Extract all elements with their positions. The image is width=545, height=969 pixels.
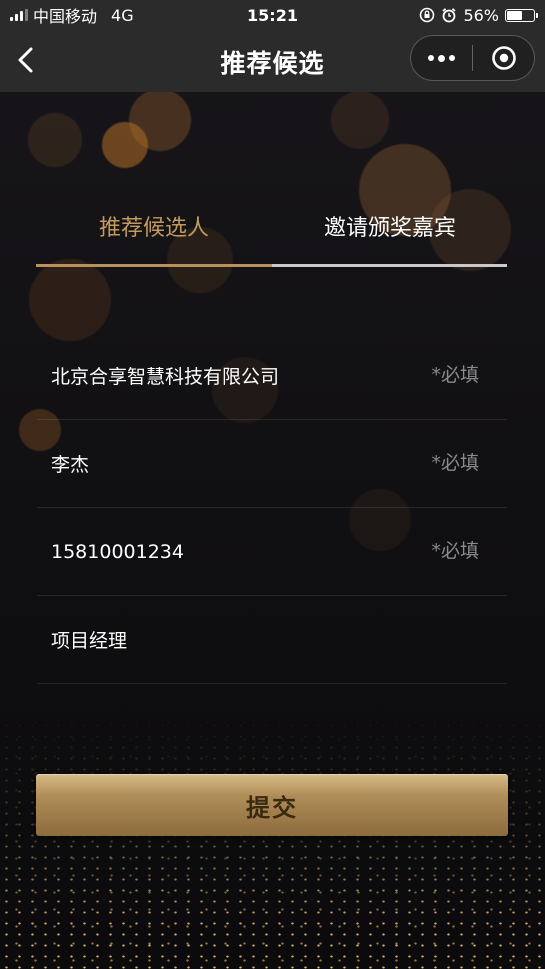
required-hint: *必填 xyxy=(431,364,479,386)
battery-icon xyxy=(505,8,538,22)
more-button[interactable] xyxy=(411,36,472,80)
gold-dust-decoration xyxy=(0,709,545,969)
form-row-company: *必填 xyxy=(37,332,507,420)
tab-recommend-candidate[interactable]: 推荐候选人 xyxy=(36,199,272,269)
rotation-lock-icon xyxy=(420,7,435,23)
alarm-icon xyxy=(442,8,457,23)
position-input[interactable] xyxy=(51,596,411,683)
form-row-phone: *必填 xyxy=(37,508,507,596)
battery-fill xyxy=(507,10,522,20)
name-input[interactable] xyxy=(51,420,411,507)
tab-bar: 推荐候选人 邀请颁奖嘉宾 xyxy=(36,199,507,269)
required-hint: *必填 xyxy=(431,540,479,562)
form-row-position xyxy=(37,596,507,684)
required-hint: *必填 xyxy=(431,452,479,474)
target-close-icon xyxy=(491,46,516,70)
close-miniprogram-button[interactable] xyxy=(473,36,534,80)
mini-program-capsule xyxy=(410,35,535,81)
inactive-tab-indicator xyxy=(272,264,507,267)
battery-percent: 56% xyxy=(463,5,499,25)
form-row-name: *必填 xyxy=(37,420,507,508)
active-tab-indicator xyxy=(36,264,272,267)
candidate-form: *必填 *必填 *必填 xyxy=(37,332,507,684)
status-bar: 中国移动 4G 15:21 56% xyxy=(0,0,545,30)
nav-bar: 推荐候选 xyxy=(0,30,545,92)
phone-input[interactable] xyxy=(51,508,411,595)
status-right: 56% xyxy=(419,5,538,25)
tab-invite-guest[interactable]: 邀请颁奖嘉宾 xyxy=(272,199,508,269)
company-input[interactable] xyxy=(51,332,411,419)
more-icon xyxy=(428,54,455,62)
submit-button[interactable]: 提交 xyxy=(36,774,508,836)
